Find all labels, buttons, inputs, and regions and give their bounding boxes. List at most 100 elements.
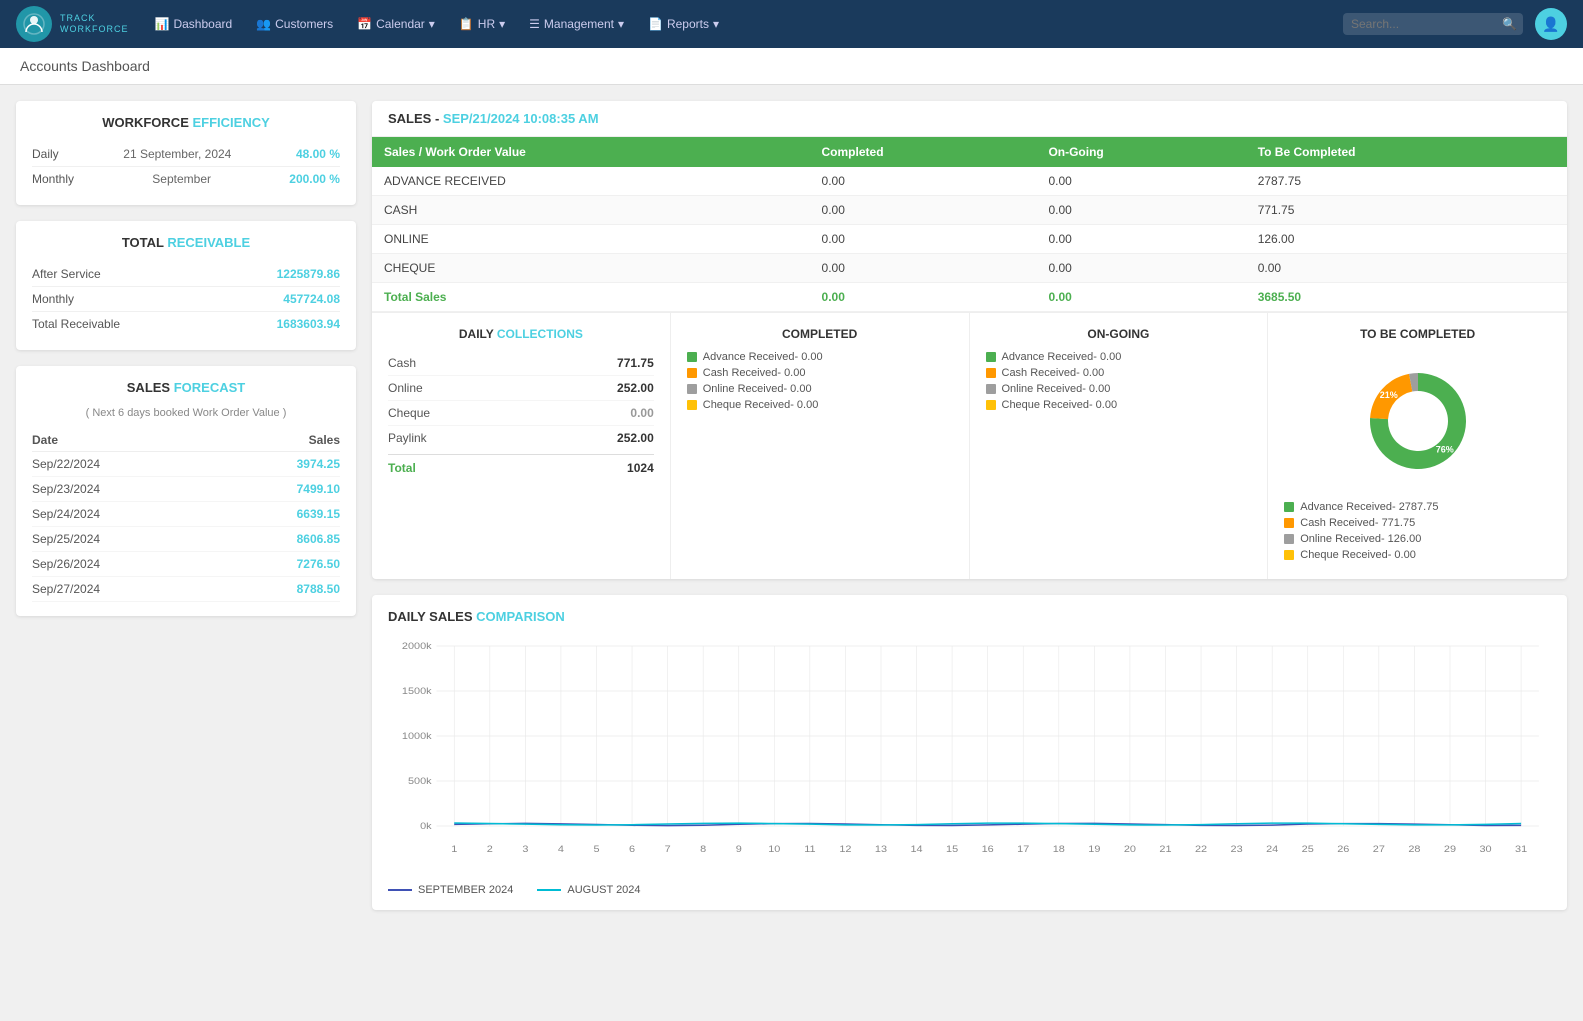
legend-item: Advance Received- 0.00 [687, 351, 953, 363]
collection-row: Cheque0.00 [388, 401, 654, 426]
svg-text:11: 11 [804, 845, 816, 855]
svg-text:17: 17 [1017, 845, 1030, 855]
svg-text:19: 19 [1088, 845, 1101, 855]
forecast-row: Sep/25/20248606.85 [32, 527, 340, 552]
svg-text:31: 31 [1515, 845, 1528, 855]
sales-card: SALES - SEP/21/2024 10:08:35 AM Sales / … [372, 101, 1567, 579]
svg-text:9: 9 [736, 845, 743, 855]
receivable-title: TOTAL RECEIVABLE [32, 235, 340, 250]
sales-col-2: On-Going [1036, 137, 1245, 167]
svg-text:1000k: 1000k [402, 732, 432, 742]
workforce-card: WORKFORCE EFFICIENCY Daily 21 September,… [16, 101, 356, 205]
page-content: WORKFORCE EFFICIENCY Daily 21 September,… [0, 85, 1583, 926]
sales-col-1: Completed [810, 137, 1037, 167]
svg-text:1500k: 1500k [402, 687, 432, 697]
forecast-row: Sep/23/20247499.10 [32, 477, 340, 502]
workforce-daily-row: Daily 21 September, 2024 48.00 % [32, 142, 340, 167]
sales-col-0: Sales / Work Order Value [372, 137, 810, 167]
management-icon: ☰ [529, 17, 540, 31]
legend-item: Advance Received- 2787.75 [1284, 501, 1551, 513]
svg-text:15: 15 [946, 845, 959, 855]
svg-text:20: 20 [1124, 845, 1137, 855]
legend-item: Cash Received- 0.00 [986, 367, 1252, 379]
donut-wrap: 76% 21% [1284, 351, 1551, 491]
search-input[interactable] [1343, 13, 1523, 35]
forecast-card: SALES FORECAST ( Next 6 days booked Work… [16, 366, 356, 616]
donut-chart: 76% 21% [1348, 351, 1488, 491]
forecast-date-header: Date [32, 429, 220, 452]
nav-management[interactable]: ☰ Management ▾ [519, 0, 634, 48]
chart-area: 2000k1500k1000k500k0k1234567891011121314… [388, 636, 1551, 876]
chart-legend-item: SEPTEMBER 2024 [388, 884, 513, 896]
avatar[interactable]: 👤 [1535, 8, 1567, 40]
legend-item: Cheque Received- 0.00 [1284, 549, 1551, 561]
svg-text:0k: 0k [420, 822, 432, 832]
sales-row: CHEQUE0.000.000.00 [372, 254, 1567, 283]
legend-item: Advance Received- 0.00 [986, 351, 1252, 363]
comparison-card: DAILY SALES COMPARISON 2000k 1500k 1000k 5 0… [372, 595, 1567, 910]
sales-row: CASH0.000.00771.75 [372, 196, 1567, 225]
svg-text:18: 18 [1053, 845, 1066, 855]
svg-text:1: 1 [451, 845, 458, 855]
svg-text:5: 5 [593, 845, 600, 855]
daily-collections-title: DAILY COLLECTIONS [388, 327, 654, 341]
legend-item: Online Received- 0.00 [986, 383, 1252, 395]
forecast-row: Sep/26/20247276.50 [32, 552, 340, 577]
sales-col-3: To Be Completed [1246, 137, 1567, 167]
brand-logo [16, 6, 52, 42]
svg-text:27: 27 [1373, 845, 1386, 855]
comparison-chart-svg: 2000k1500k1000k500k0k1234567891011121314… [388, 636, 1551, 876]
sales-row: ADVANCE RECEIVED0.000.002787.75 [372, 167, 1567, 196]
collection-row: Paylink252.00 [388, 426, 654, 450]
forecast-title: SALES FORECAST [32, 380, 340, 395]
chevron-down-icon: ▾ [499, 17, 505, 31]
completed-panel: COMPLETED Advance Received- 0.00Cash Rec… [671, 313, 970, 579]
nav-reports[interactable]: 📄 Reports ▾ [638, 0, 729, 48]
svg-text:21: 21 [1159, 845, 1172, 855]
daily-collections-panel: DAILY COLLECTIONS Cash771.75Online252.00… [372, 313, 671, 579]
svg-text:4: 4 [558, 845, 565, 855]
svg-text:2: 2 [487, 845, 494, 855]
workforce-title: WORKFORCE EFFICIENCY [32, 115, 340, 130]
legend-item: Cheque Received- 0.00 [986, 399, 1252, 411]
brand[interactable]: TRACK WORKFORCE [16, 6, 129, 42]
legend-item: Online Received- 126.00 [1284, 533, 1551, 545]
total-receivable-row: Total Receivable 1683603.94 [32, 312, 340, 336]
svg-text:8: 8 [700, 845, 707, 855]
nav-hr[interactable]: 📋 HR ▾ [449, 0, 515, 48]
svg-text:30: 30 [1479, 845, 1492, 855]
right-panel: SALES - SEP/21/2024 10:08:35 AM Sales / … [372, 101, 1567, 910]
nav-dashboard[interactable]: 📊 Dashboard [145, 0, 243, 48]
page-title: Accounts Dashboard [20, 58, 150, 74]
comparison-title: DAILY SALES COMPARISON [388, 609, 1551, 624]
chart-legend-item: AUGUST 2024 [537, 884, 640, 896]
search-wrap: 🔍 [1343, 13, 1523, 35]
nav-calendar[interactable]: 📅 Calendar ▾ [347, 0, 445, 48]
chart-legend: SEPTEMBER 2024 AUGUST 2024 [388, 884, 1551, 896]
svg-text:21%: 21% [1379, 390, 1397, 400]
legend-item: Cheque Received- 0.00 [687, 399, 953, 411]
svg-text:76%: 76% [1435, 444, 1453, 454]
brand-sub: WORKFORCE [60, 24, 129, 35]
svg-text:29: 29 [1444, 845, 1457, 855]
monthly-receivable-row: Monthly 457724.08 [32, 287, 340, 312]
chevron-down-icon: ▾ [713, 17, 719, 31]
tobe-title: TO BE COMPLETED [1284, 327, 1551, 341]
legend-item: Online Received- 0.00 [687, 383, 953, 395]
ongoing-panel: ON-GOING Advance Received- 0.00Cash Rece… [970, 313, 1269, 579]
forecast-row: Sep/24/20246639.15 [32, 502, 340, 527]
sales-table: Sales / Work Order Value Completed On-Go… [372, 137, 1567, 312]
dashboard-icon: 📊 [155, 17, 170, 31]
completed-title: COMPLETED [687, 327, 953, 341]
svg-text:13: 13 [875, 845, 888, 855]
hr-icon: 📋 [459, 17, 474, 31]
forecast-note: ( Next 6 days booked Work Order Value ) [32, 407, 340, 419]
svg-text:2000k: 2000k [402, 642, 432, 652]
svg-text:26: 26 [1337, 845, 1350, 855]
after-service-row: After Service 1225879.86 [32, 262, 340, 287]
collection-row: Cash771.75 [388, 351, 654, 376]
forecast-row: Sep/27/20248788.50 [32, 577, 340, 602]
left-panel: WORKFORCE EFFICIENCY Daily 21 September,… [16, 101, 356, 910]
nav-customers[interactable]: 👥 Customers [246, 0, 343, 48]
svg-text:23: 23 [1231, 845, 1244, 855]
